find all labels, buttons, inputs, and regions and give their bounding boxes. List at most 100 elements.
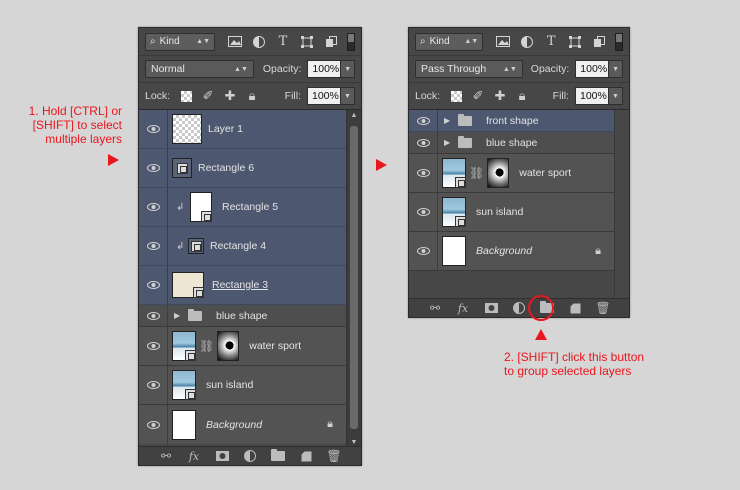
- filter-toggle[interactable]: [615, 32, 623, 51]
- lock-icon[interactable]: 🔒︎: [595, 245, 601, 258]
- add-mask-icon[interactable]: [482, 301, 500, 315]
- filter-kind-select[interactable]: ⌕ Kind ▲▼: [145, 32, 215, 51]
- adjustment-filter-icon[interactable]: [519, 35, 535, 49]
- eye-icon[interactable]: [139, 381, 167, 389]
- eye-icon[interactable]: [409, 208, 437, 216]
- layer-row-background[interactable]: Background 🔒︎: [409, 232, 615, 271]
- link-layers-icon[interactable]: ⚯: [426, 301, 444, 315]
- blend-mode-select[interactable]: Normal ▲▼: [145, 60, 254, 78]
- group-row-blue-shape[interactable]: ▶ blue shape: [139, 305, 347, 327]
- eye-icon[interactable]: [139, 125, 167, 133]
- expand-triangle-icon[interactable]: ▶: [444, 138, 454, 147]
- group-row-front-shape[interactable]: ▶ front shape: [409, 110, 615, 132]
- shape-filter-icon[interactable]: [567, 35, 583, 49]
- lock-transparency-icon[interactable]: [448, 89, 464, 103]
- fill-input[interactable]: 100%: [575, 87, 609, 105]
- opacity-input[interactable]: 100%: [575, 60, 610, 78]
- pixel-filter-icon[interactable]: [227, 35, 243, 49]
- layers-scrollbar[interactable]: [614, 110, 629, 301]
- pixel-filter-icon[interactable]: [495, 35, 511, 49]
- lock-position-icon[interactable]: ✚: [222, 88, 238, 103]
- layer-row-water-sport[interactable]: ⛓︎ water sport: [139, 327, 347, 366]
- trash-icon[interactable]: 🗑︎: [594, 301, 612, 315]
- layer-name[interactable]: water sport: [249, 340, 301, 352]
- link-icon[interactable]: ⛓︎: [199, 339, 214, 353]
- eye-icon[interactable]: [139, 420, 167, 429]
- opacity-dropdown-button[interactable]: ▼: [609, 60, 623, 78]
- group-name[interactable]: blue shape: [216, 310, 267, 322]
- adjustment-layer-icon[interactable]: [241, 449, 259, 463]
- layer-mask-thumbnail[interactable]: [217, 331, 240, 361]
- blend-mode-select[interactable]: Pass Through ▲▼: [415, 60, 523, 78]
- filter-toggle[interactable]: [347, 32, 355, 51]
- layer-name[interactable]: Background: [206, 419, 262, 431]
- layer-row-background[interactable]: Background 🔒︎: [139, 405, 347, 444]
- layer-mask-thumbnail[interactable]: [487, 158, 510, 188]
- layer-name[interactable]: Rectangle 6: [198, 162, 254, 174]
- fill-dropdown-button[interactable]: ▼: [341, 87, 355, 105]
- layer-row-rectangle-5[interactable]: ↲ Rectangle 5: [139, 188, 347, 227]
- expand-triangle-icon[interactable]: ▶: [444, 116, 454, 125]
- smart-object-filter-icon[interactable]: [323, 35, 339, 49]
- scrollbar-thumb[interactable]: [350, 126, 358, 429]
- lock-all-icon[interactable]: 🔒︎: [514, 88, 530, 103]
- layer-name[interactable]: water sport: [519, 167, 571, 179]
- opacity-dropdown-button[interactable]: ▼: [341, 60, 355, 78]
- group-name[interactable]: front shape: [486, 115, 539, 127]
- adjustment-filter-icon[interactable]: [251, 35, 267, 49]
- lock-brush-icon[interactable]: ✐: [200, 88, 216, 103]
- opacity-input[interactable]: 100%: [307, 60, 342, 78]
- eye-icon[interactable]: [409, 169, 437, 177]
- scroll-up-icon[interactable]: ▲: [347, 110, 361, 122]
- layer-name[interactable]: sun island: [476, 206, 523, 218]
- lock-all-icon[interactable]: 🔒︎: [244, 88, 260, 103]
- shape-filter-icon[interactable]: [299, 35, 315, 49]
- layer-name[interactable]: Rectangle 3: [212, 279, 268, 291]
- lock-brush-icon[interactable]: ✐: [470, 88, 486, 103]
- layer-name[interactable]: Rectangle 5: [222, 201, 278, 213]
- eye-icon[interactable]: [139, 311, 167, 320]
- layers-scrollbar[interactable]: ▲ ▼: [346, 110, 361, 449]
- link-icon[interactable]: ⛓︎: [469, 166, 484, 180]
- trash-icon[interactable]: 🗑︎: [325, 449, 343, 463]
- layer-row-layer-1[interactable]: Layer 1: [139, 110, 347, 149]
- eye-icon[interactable]: [139, 164, 167, 172]
- layer-row-water-sport[interactable]: ⛓︎ water sport: [409, 154, 615, 193]
- layer-row-rectangle-4[interactable]: ↲ Rectangle 4: [139, 227, 347, 266]
- link-layers-icon[interactable]: ⚯: [157, 449, 175, 463]
- layer-row-rectangle-6[interactable]: Rectangle 6: [139, 149, 347, 188]
- lock-transparency-icon[interactable]: [178, 89, 194, 103]
- eye-icon[interactable]: [409, 138, 437, 147]
- adjustment-layer-icon[interactable]: [510, 301, 528, 315]
- new-layer-icon[interactable]: [566, 301, 584, 315]
- fill-dropdown-button[interactable]: ▼: [609, 87, 623, 105]
- group-name[interactable]: blue shape: [486, 137, 537, 149]
- new-layer-icon[interactable]: [297, 449, 315, 463]
- eye-icon[interactable]: [139, 203, 167, 211]
- lock-position-icon[interactable]: ✚: [492, 88, 508, 103]
- layer-row-rectangle-3[interactable]: Rectangle 3: [139, 266, 347, 305]
- eye-icon[interactable]: [139, 281, 167, 289]
- layer-name[interactable]: Rectangle 4: [210, 240, 266, 252]
- lock-icon[interactable]: 🔒︎: [327, 418, 333, 431]
- eye-icon[interactable]: [139, 342, 167, 350]
- layer-name[interactable]: sun island: [206, 379, 253, 391]
- new-group-icon[interactable]: [269, 449, 287, 463]
- expand-triangle-icon[interactable]: ▶: [174, 311, 184, 320]
- layer-row-sun-island[interactable]: sun island: [139, 366, 347, 405]
- filter-kind-select[interactable]: ⌕ Kind ▲▼: [415, 32, 484, 51]
- layer-name[interactable]: Background: [476, 245, 532, 257]
- add-mask-icon[interactable]: [213, 449, 231, 463]
- type-filter-icon[interactable]: T: [275, 34, 291, 49]
- eye-icon[interactable]: [409, 116, 437, 125]
- fx-icon[interactable]: fx: [185, 449, 203, 463]
- type-filter-icon[interactable]: T: [543, 34, 559, 49]
- eye-icon[interactable]: [139, 242, 167, 250]
- group-row-blue-shape[interactable]: ▶ blue shape: [409, 132, 615, 154]
- fill-input[interactable]: 100%: [307, 87, 341, 105]
- eye-icon[interactable]: [409, 247, 437, 255]
- fx-icon[interactable]: fx: [454, 301, 472, 315]
- smart-object-filter-icon[interactable]: [591, 35, 607, 49]
- layer-row-sun-island[interactable]: sun island: [409, 193, 615, 232]
- layer-name[interactable]: Layer 1: [208, 123, 243, 135]
